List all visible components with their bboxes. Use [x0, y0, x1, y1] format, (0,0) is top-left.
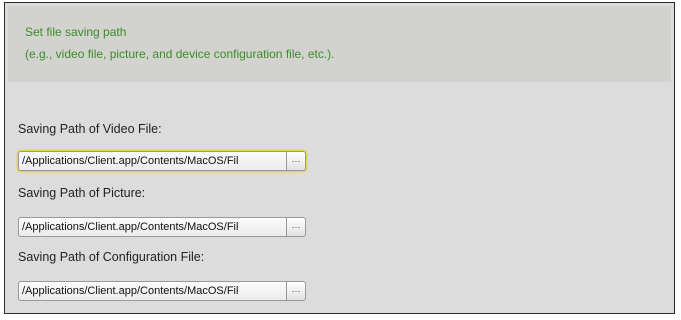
info-banner: Set file saving path (e.g., video file, …	[8, 6, 671, 82]
config-path-input[interactable]: /Applications/Client.app/Contents/MacOS/…	[18, 281, 286, 301]
video-path-label: Saving Path of Video File:	[18, 122, 162, 136]
video-path-field[interactable]: /Applications/Client.app/Contents/MacOS/…	[18, 151, 306, 171]
config-path-browse-button[interactable]: ···	[286, 281, 306, 301]
picture-path-label: Saving Path of Picture:	[18, 186, 146, 200]
config-path-field[interactable]: /Applications/Client.app/Contents/MacOS/…	[18, 281, 306, 301]
settings-panel: Set file saving path (e.g., video file, …	[4, 2, 675, 314]
banner-title: Set file saving path	[25, 25, 127, 39]
picture-path-input[interactable]: /Applications/Client.app/Contents/MacOS/…	[18, 217, 286, 237]
picture-path-field[interactable]: /Applications/Client.app/Contents/MacOS/…	[18, 217, 306, 237]
config-path-label: Saving Path of Configuration File:	[18, 250, 205, 264]
banner-subtitle: (e.g., video file, picture, and device c…	[25, 47, 335, 61]
video-path-browse-button[interactable]: ···	[286, 151, 306, 171]
picture-path-browse-button[interactable]: ···	[286, 217, 306, 237]
video-path-input[interactable]: /Applications/Client.app/Contents/MacOS/…	[18, 151, 286, 171]
